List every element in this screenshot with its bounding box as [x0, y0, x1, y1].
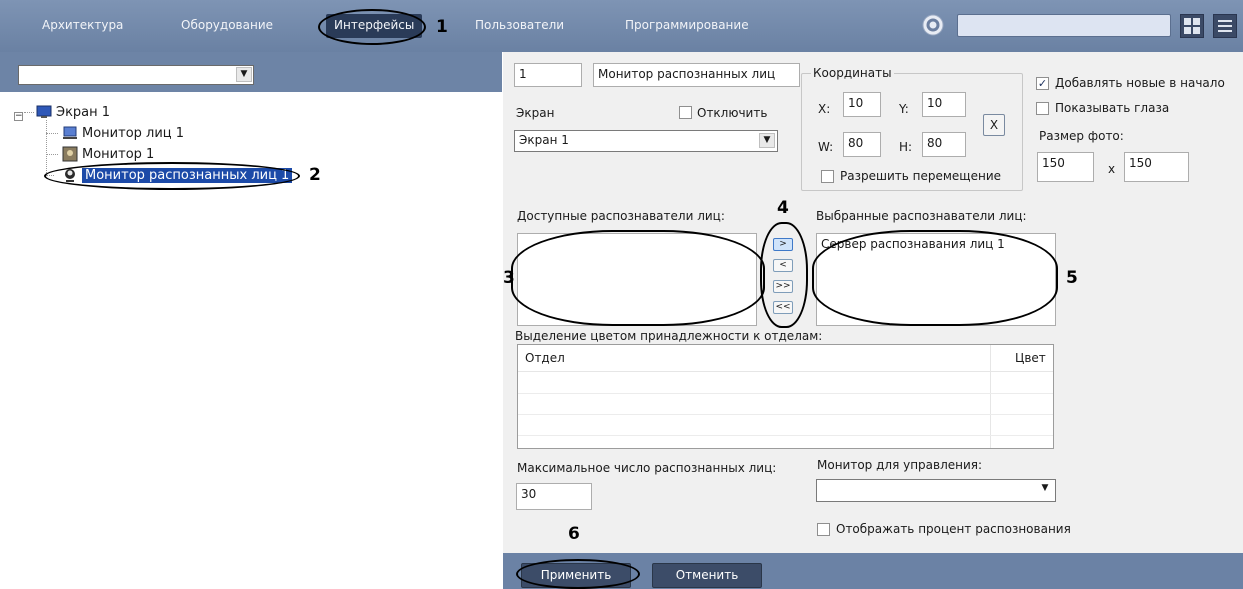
- chevron-down-icon: ▼: [236, 67, 252, 82]
- object-name-field[interactable]: Монитор распознанных лиц: [593, 63, 800, 87]
- w-label: W:: [818, 140, 834, 154]
- object-tree-pane: ▼ − Экран 1 Монитор лиц 1 Монитор 1 Мони…: [0, 52, 502, 589]
- annotation-number: 1: [436, 17, 448, 37]
- tree-item-screen-1[interactable]: Экран 1: [36, 104, 110, 120]
- annotation-number: 3: [503, 268, 515, 288]
- disable-checkbox[interactable]: [679, 106, 692, 119]
- y-label: Y:: [899, 102, 909, 116]
- show-percent-label: Отображать процент распознования: [836, 522, 1071, 536]
- allow-move-checkbox[interactable]: [821, 170, 834, 183]
- tree-toolbar: ▼: [0, 52, 502, 92]
- settings-panel: 1 Монитор распознанных лиц Экран Отключи…: [503, 52, 1243, 589]
- disable-label: Отключить: [697, 106, 768, 120]
- add-new-first-checkbox[interactable]: ✓: [1036, 77, 1049, 90]
- show-eyes-label: Показывать глаза: [1055, 101, 1170, 115]
- coordinates-label: Координаты: [811, 66, 894, 80]
- table-header: Отдел Цвет: [518, 345, 1053, 372]
- screen-label: Экран: [516, 106, 555, 120]
- table-row: [518, 414, 1053, 415]
- tree-item-monitor-1[interactable]: Монитор 1: [62, 146, 154, 162]
- menu-equipment[interactable]: Оборудование: [181, 18, 273, 32]
- gear-icon[interactable]: [922, 14, 944, 36]
- chevron-down-icon: ▼: [1037, 482, 1053, 497]
- control-monitor-label: Монитор для управления:: [817, 458, 983, 472]
- table-row: [518, 393, 1053, 394]
- collapse-toggle[interactable]: −: [14, 112, 23, 121]
- monitor-icon: [63, 126, 77, 139]
- width-field[interactable]: 80: [843, 132, 881, 157]
- tree-connector: [46, 133, 58, 134]
- tree-connector: [46, 120, 47, 175]
- move-right-button[interactable]: >: [773, 238, 793, 251]
- screen-icon: [36, 105, 52, 118]
- selected-recognizers-label: Выбранные распознаватели лиц:: [816, 209, 1027, 223]
- selected-recognizers-list[interactable]: Сервер распознавания лиц 1: [816, 233, 1056, 326]
- annotation-number: 5: [1066, 268, 1078, 288]
- max-faces-label: Максимальное число распознанных лиц:: [517, 461, 777, 475]
- object-type-select[interactable]: ▼: [18, 65, 254, 85]
- top-menu-bar: Архитектура Оборудование Интерфейсы Поль…: [0, 0, 1243, 52]
- show-percent-checkbox[interactable]: [817, 523, 830, 536]
- add-new-first-label: Добавлять новые в начало: [1055, 76, 1225, 90]
- menu-interfaces[interactable]: Интерфейсы: [326, 14, 423, 38]
- camera-monitor-icon: [62, 146, 78, 162]
- tree-item-face-monitor-1[interactable]: Монитор лиц 1: [62, 125, 184, 141]
- y-coordinate-field[interactable]: 10: [922, 92, 966, 117]
- cancel-button[interactable]: Отменить: [652, 563, 762, 588]
- x-label: X:: [818, 102, 831, 116]
- annotation-number: 2: [309, 165, 321, 185]
- show-eyes-checkbox[interactable]: [1036, 102, 1049, 115]
- move-left-button[interactable]: <: [773, 259, 793, 272]
- photo-height-field[interactable]: 150: [1124, 152, 1189, 182]
- h-label: H:: [899, 140, 913, 154]
- move-all-right-button[interactable]: >>: [773, 280, 793, 293]
- move-all-left-button[interactable]: <<: [773, 301, 793, 314]
- height-field[interactable]: 80: [922, 132, 966, 157]
- chevron-down-icon: ▼: [759, 133, 775, 148]
- menu-users[interactable]: Пользователи: [475, 18, 564, 32]
- tree-item-recognized-faces-monitor-1[interactable]: Монитор распознанных лиц 1: [62, 167, 293, 183]
- allow-move-label: Разрешить перемещение: [840, 169, 1002, 183]
- layout-grid-icon[interactable]: [1180, 14, 1204, 38]
- dept-color-label: Выделение цветом принадлежности к отдела…: [515, 329, 823, 343]
- control-monitor-select[interactable]: ▼: [816, 479, 1056, 502]
- available-recognizers-list[interactable]: [517, 233, 757, 326]
- available-recognizers-label: Доступные распознаватели лиц:: [517, 209, 725, 223]
- apply-button[interactable]: Применить: [521, 563, 631, 588]
- menu-architecture[interactable]: Архитектура: [42, 18, 123, 32]
- tree-connector: [24, 112, 34, 113]
- annotation-number: 4: [777, 198, 789, 218]
- face-monitor-icon: [65, 169, 75, 182]
- menu-icon[interactable]: [1213, 14, 1237, 38]
- reset-coordinates-button[interactable]: X: [983, 114, 1005, 136]
- action-bar: Применить Отменить: [503, 553, 1243, 589]
- menu-programming[interactable]: Программирование: [625, 18, 749, 32]
- photo-width-field[interactable]: 150: [1037, 152, 1094, 182]
- tree-connector: [46, 175, 54, 176]
- department-color-table[interactable]: Отдел Цвет: [517, 344, 1054, 449]
- tree-connector: [46, 154, 58, 155]
- x-coordinate-field[interactable]: 10: [843, 92, 881, 117]
- photo-size-separator: x: [1108, 162, 1116, 176]
- object-id-field[interactable]: 1: [514, 63, 582, 87]
- screen-select[interactable]: Экран 1 ▼: [514, 130, 778, 152]
- max-faces-field[interactable]: 30: [516, 483, 592, 510]
- search-input[interactable]: [957, 14, 1171, 37]
- photo-size-label: Размер фото:: [1039, 129, 1124, 143]
- table-row: [518, 435, 1053, 436]
- column-header-color[interactable]: Цвет: [1015, 351, 1046, 365]
- column-header-department[interactable]: Отдел: [525, 351, 565, 365]
- annotation-number: 6: [568, 524, 580, 544]
- column-divider: [990, 345, 991, 448]
- list-item[interactable]: Сервер распознавания лиц 1: [821, 237, 1051, 251]
